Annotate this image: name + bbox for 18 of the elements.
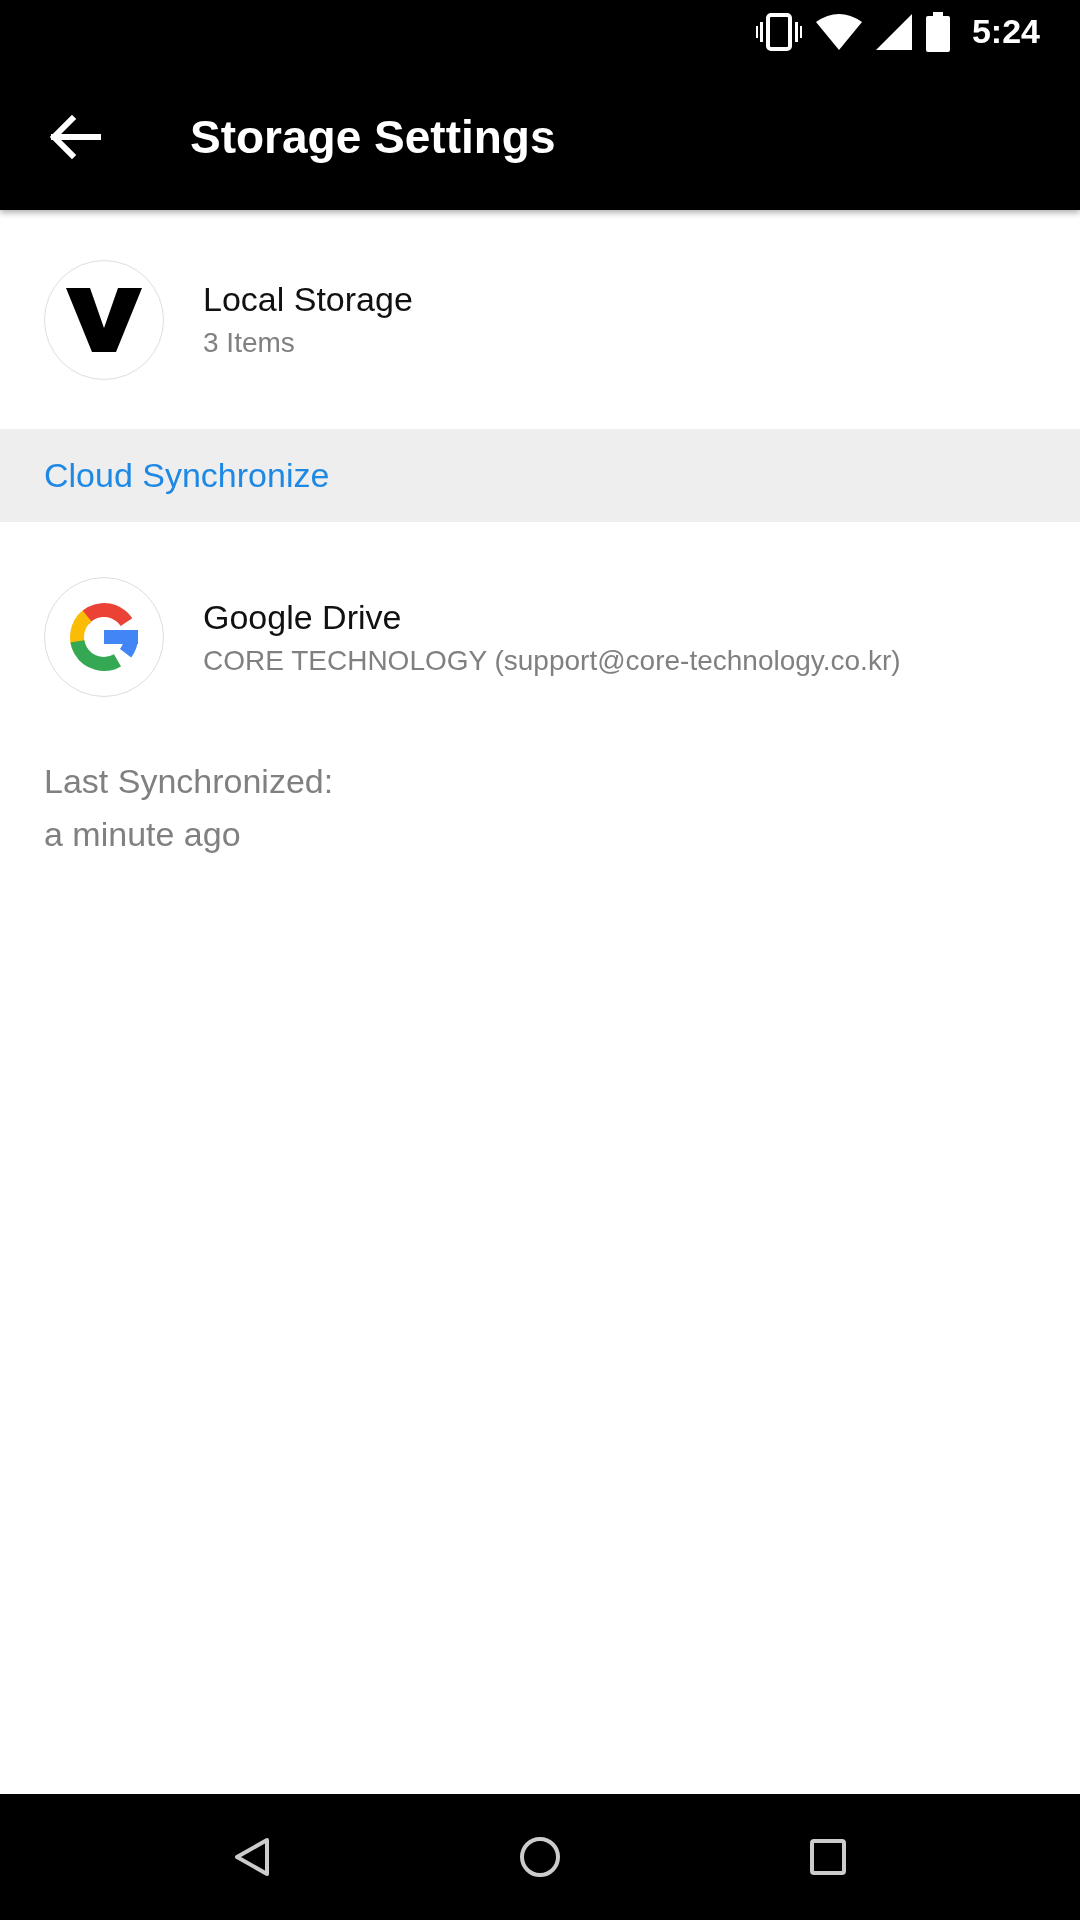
signal-icon (875, 13, 912, 50)
account-title[interactable]: Google Drive (203, 597, 901, 637)
sync-label: Last Synchronized: (44, 762, 335, 801)
storage-subtitle: 3 Items (203, 327, 296, 359)
battery-icon (925, 11, 950, 52)
back-icon[interactable] (234, 1837, 271, 1877)
home-icon[interactable] (519, 1836, 561, 1878)
account-subtitle: CORE TECHNOLOGY (support@core-technology.co.kr) (203, 644, 901, 677)
status-time: 5:24 (971, 12, 1040, 51)
screen-title: Storage Settings (190, 109, 556, 164)
storage-title[interactable]: Local Storage (203, 280, 413, 319)
v-logo-icon (66, 287, 142, 352)
g-logo-icon (68, 601, 140, 673)
section-header: Cloud Synchronize (0, 429, 1080, 522)
wifi-icon (815, 13, 862, 50)
recents-icon[interactable] (809, 1839, 846, 1875)
sync-time: a minute ago (44, 815, 242, 854)
vibrate-icon (755, 11, 802, 52)
